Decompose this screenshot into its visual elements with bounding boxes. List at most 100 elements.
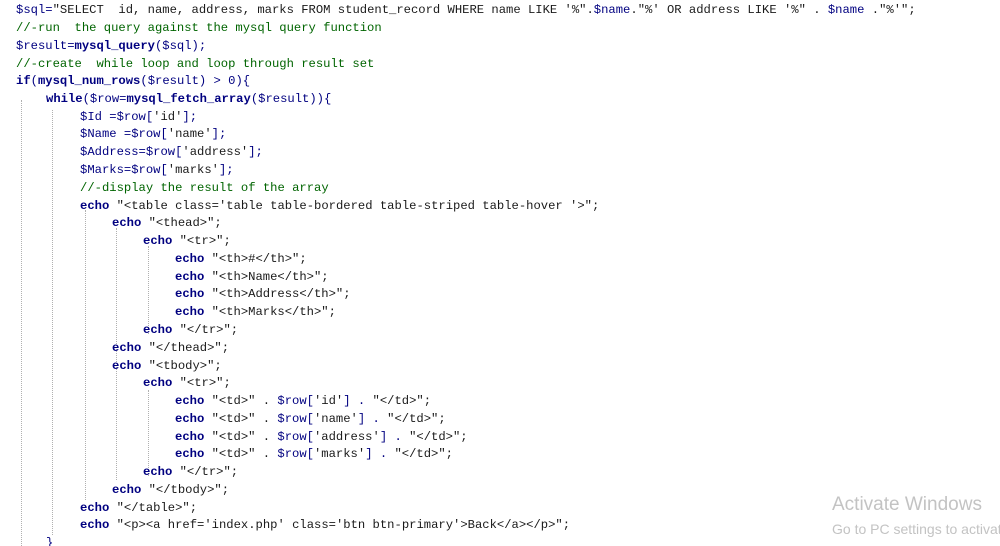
code-token: $name	[827, 3, 865, 17]
code-token: "<td>" .	[204, 430, 278, 444]
code-token: ($result) > 0){	[140, 74, 251, 88]
code-token: echo	[112, 341, 142, 355]
code-token: ($result)){	[250, 92, 332, 106]
code-token: "</td>";	[409, 430, 468, 444]
code-line[interactable]: if(mysql_num_rows($result) > 0){	[16, 72, 250, 90]
code-token: ] .	[379, 430, 410, 444]
code-token: //-create while loop and loop through re…	[16, 57, 375, 71]
code-line[interactable]: //-display the result of the array	[80, 179, 329, 197]
code-line[interactable]: while($row=mysql_fetch_array($result)){	[46, 90, 331, 108]
code-line[interactable]: echo "<table class='table table-bordered…	[80, 197, 599, 215]
code-line[interactable]: echo "</thead>";	[112, 339, 229, 357]
code-line[interactable]: $Id =$row['id'];	[80, 108, 197, 126]
code-line[interactable]: //-create while loop and loop through re…	[16, 55, 374, 73]
code-token: echo	[175, 412, 205, 426]
code-line[interactable]: echo "<thead>";	[112, 214, 222, 232]
code-line[interactable]: $Address=$row['address'];	[80, 143, 263, 161]
code-line[interactable]: echo "<th>Address</th>";	[175, 285, 351, 303]
code-token: $row[	[277, 412, 314, 426]
indent-guide	[85, 210, 86, 500]
code-token: ] .	[343, 394, 373, 408]
code-token: $row[	[277, 430, 314, 444]
code-line[interactable]: $result=mysql_query($sql);	[16, 37, 206, 55]
code-token: "<thead>";	[141, 216, 222, 230]
code-token: 'address'	[313, 430, 380, 444]
code-token: mysql_num_rows	[37, 74, 141, 88]
code-line[interactable]: echo "<th>Name</th>";	[175, 268, 329, 286]
watermark-title: Activate Windows	[832, 494, 982, 515]
code-token: ."%' OR address LIKE '%" .	[630, 3, 828, 17]
code-token: ] .	[365, 447, 395, 461]
code-token: $name	[593, 3, 631, 17]
code-line[interactable]: echo "<p><a href='index.php' class='btn …	[80, 516, 570, 534]
code-token: ."%'";	[864, 3, 916, 17]
code-line[interactable]: echo "<tr>";	[143, 374, 231, 392]
code-token: (	[30, 74, 38, 88]
code-token: $Id =$row[	[80, 110, 154, 124]
code-token: ] .	[357, 412, 388, 426]
code-line[interactable]: echo "<tr>";	[143, 232, 231, 250]
code-token: ];	[182, 110, 198, 124]
code-token: "SELECT id, name, address, marks FROM st…	[52, 3, 594, 17]
code-token: while	[46, 92, 83, 106]
code-token: "<th>Marks</th>";	[204, 305, 336, 319]
code-line[interactable]: echo "<th>#</th>";	[175, 250, 307, 268]
code-token: ($row=	[82, 92, 127, 106]
code-token: 'address'	[182, 145, 249, 159]
code-token: $result=	[16, 39, 75, 53]
code-token: $Marks=$row[	[80, 163, 168, 177]
indent-guide	[21, 100, 22, 546]
code-token: mysql_fetch_array	[126, 92, 251, 106]
code-line[interactable]: echo "</table>";	[80, 499, 197, 517]
code-line[interactable]: echo "<tbody>";	[112, 357, 222, 375]
code-line[interactable]: echo "</tr>";	[143, 321, 238, 339]
code-token: "<tr>";	[172, 376, 231, 390]
code-token: 'name'	[313, 412, 358, 426]
code-token: echo	[175, 430, 205, 444]
code-token: echo	[175, 305, 205, 319]
code-line[interactable]: $sql="SELECT id, name, address, marks FR…	[16, 1, 916, 19]
code-line[interactable]: echo "<th>Marks</th>";	[175, 303, 336, 321]
code-line[interactable]: echo "<td>" . $row['id'] . "</td>";	[175, 392, 431, 410]
code-token: "<table class='table table-bordered tabl…	[109, 199, 600, 213]
code-token: ];	[218, 163, 234, 177]
code-token: "<p><a href='index.php' class='btn btn-p…	[109, 518, 571, 532]
code-token: "<tr>";	[172, 234, 231, 248]
code-token: "</td>";	[387, 412, 446, 426]
code-line[interactable]: echo "</tr>";	[143, 463, 238, 481]
code-token: 'marks'	[313, 447, 366, 461]
code-token: $row[	[277, 394, 314, 408]
code-token: "</table>";	[109, 501, 198, 515]
code-token: "<td>" .	[204, 447, 278, 461]
code-token: echo	[143, 323, 173, 337]
code-token: "</td>";	[394, 447, 453, 461]
code-token: "</td>";	[372, 394, 432, 408]
code-editor[interactable]: $sql="SELECT id, name, address, marks FR…	[0, 0, 1000, 546]
code-token: 'name'	[167, 127, 212, 141]
code-line[interactable]: $Marks=$row['marks'];	[80, 161, 234, 179]
code-line[interactable]: echo "<td>" . $row['marks'] . "</td>";	[175, 445, 453, 463]
code-token: 'id'	[313, 394, 344, 408]
code-token: "<th>Name</th>";	[204, 270, 329, 284]
code-line[interactable]: //-run the query against the mysql query…	[16, 19, 382, 37]
code-token: 'marks'	[167, 163, 219, 177]
code-token: echo	[80, 501, 110, 515]
code-line[interactable]: echo "</tbody>";	[112, 481, 229, 499]
code-token: $row[	[277, 447, 314, 461]
code-token: echo	[80, 518, 110, 532]
code-token: echo	[143, 376, 173, 390]
code-line[interactable]: }	[46, 534, 53, 546]
code-line[interactable]: $Name =$row['name'];	[80, 125, 226, 143]
code-line[interactable]: echo "<td>" . $row['name'] . "</td>";	[175, 410, 446, 428]
code-token: $Name =$row[	[80, 127, 168, 141]
code-token: $Address=$row[	[80, 145, 183, 159]
watermark-subtitle: Go to PC settings to activate	[832, 521, 1000, 537]
code-token: echo	[112, 359, 142, 373]
code-token: echo	[175, 447, 205, 461]
code-token: echo	[112, 483, 142, 497]
code-line[interactable]: echo "<td>" . $row['address'] . "</td>";	[175, 428, 468, 446]
code-token: "<th>Address</th>";	[204, 287, 351, 301]
code-token: //-run the query against the mysql query…	[16, 21, 382, 35]
code-token: echo	[175, 287, 205, 301]
code-token: "</tr>";	[172, 465, 239, 479]
